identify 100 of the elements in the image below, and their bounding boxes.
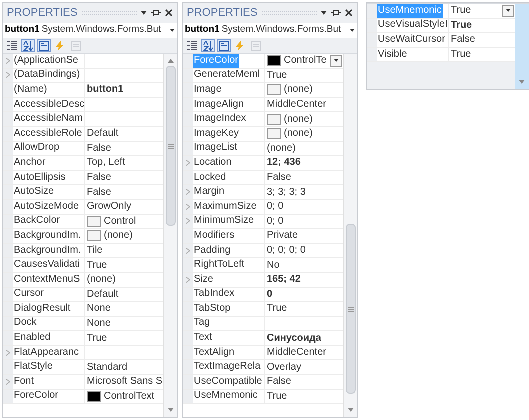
property-name[interactable]: UseCompatible	[193, 374, 264, 389]
expand-icon[interactable]	[186, 189, 190, 196]
property-name[interactable]: TextAlign	[193, 346, 236, 360]
property-name[interactable]: CausesValidati	[13, 258, 81, 272]
property-name[interactable]: AccessibleDesc	[13, 98, 86, 112]
property-value: Control	[104, 214, 136, 229]
toolbar-button[interactable]	[37, 39, 51, 52]
property-value: ControlText	[104, 390, 155, 404]
property-name[interactable]: FlatStyle	[13, 360, 54, 374]
property-name[interactable]: UseVisualStyleI	[377, 18, 449, 32]
property-name[interactable]: Locked	[193, 170, 228, 185]
property-name[interactable]: MaximumSize	[193, 200, 258, 214]
property-name[interactable]: Dock	[13, 316, 38, 330]
expand-icon[interactable]	[186, 276, 190, 283]
property-name[interactable]: GenerateMeml	[193, 68, 262, 82]
property-value: True	[87, 332, 108, 346]
property-value: Microsoft Sans S	[87, 375, 163, 390]
lightning-icon	[236, 40, 244, 50]
property-name[interactable]: ImageIndex	[193, 112, 248, 126]
property-name[interactable]: Image	[193, 82, 223, 97]
scrollbar[interactable]	[515, 4, 529, 89]
pin-icon[interactable]	[331, 9, 341, 17]
property-name[interactable]: BackgroundIm.	[13, 244, 82, 258]
property-name[interactable]: TabIndex	[193, 287, 236, 302]
dropdown-button[interactable]	[502, 4, 514, 17]
property-name[interactable]: TextImageRela	[193, 360, 262, 374]
toolbar-button[interactable]	[217, 39, 231, 52]
expand-icon[interactable]	[186, 218, 190, 224]
property-name[interactable]: Visible	[377, 48, 408, 62]
dropdown-icon[interactable]	[321, 11, 327, 15]
property-name[interactable]: Padding	[193, 244, 232, 258]
property-name[interactable]: Text	[193, 331, 214, 346]
property-value: True	[451, 4, 472, 18]
scrollbar[interactable]	[343, 54, 357, 417]
property-value: True	[267, 68, 288, 83]
toolbar-button[interactable]	[185, 39, 199, 52]
property-name[interactable]: Enabled	[13, 331, 52, 346]
property-name[interactable]: (DataBindings)	[13, 68, 82, 82]
property-name[interactable]: Size	[193, 272, 214, 287]
lightning-icon	[56, 40, 64, 50]
property-name[interactable]: ImageList	[193, 141, 238, 156]
scroll-down-icon	[348, 408, 354, 412]
property-name[interactable]: ImageAlign	[193, 98, 246, 112]
toolbar-button[interactable]	[5, 39, 19, 52]
property-name[interactable]: AllowDrop	[13, 141, 61, 156]
property-value: True	[267, 390, 288, 404]
property-name[interactable]: UseMnemonic	[193, 389, 259, 404]
property-name[interactable]: BackColor	[13, 214, 62, 228]
property-name[interactable]: TabStop	[193, 302, 232, 316]
scroll-thumb[interactable]	[346, 224, 356, 394]
grip-icon	[348, 306, 354, 312]
property-name[interactable]: Modifiers	[193, 228, 236, 243]
property-name[interactable]: FlatAppearanc	[13, 346, 80, 360]
expand-icon[interactable]	[6, 378, 10, 385]
property-name[interactable]: (ApplicationSe	[13, 54, 80, 68]
property-value: False	[267, 171, 292, 186]
property-name[interactable]: UseWaitCursor	[377, 32, 446, 47]
object-name: button1	[185, 23, 220, 38]
pages-icon	[251, 40, 261, 50]
close-icon[interactable]	[345, 9, 353, 17]
toolbar-button[interactable]	[201, 39, 215, 52]
property-name[interactable]: MinimumSize	[193, 214, 256, 228]
expand-icon[interactable]	[186, 160, 190, 166]
property-name[interactable]: Font	[13, 374, 36, 389]
property-name[interactable]: DialogResult	[13, 302, 72, 316]
property-name[interactable]: AutoSizeMode	[13, 200, 80, 214]
dropdown-icon[interactable]	[141, 11, 147, 15]
property-name[interactable]: ContextMenuS	[13, 272, 82, 287]
expand-icon[interactable]	[6, 72, 10, 78]
property-value: None	[87, 302, 111, 316]
property-value: True	[451, 18, 472, 33]
property-name[interactable]: Anchor	[13, 156, 47, 170]
properties-icon	[219, 40, 229, 50]
property-name[interactable]: ForeColor	[13, 389, 60, 404]
close-icon[interactable]	[165, 9, 173, 17]
property-name[interactable]: Cursor	[13, 287, 46, 302]
expand-icon[interactable]	[186, 248, 190, 254]
expand-icon[interactable]	[6, 58, 10, 64]
property-value: Default	[87, 127, 119, 142]
property-name[interactable]: BackgroundIm.	[13, 228, 82, 243]
scroll-thumb[interactable]	[166, 66, 176, 226]
property-name[interactable]: AccessibleRole	[13, 126, 84, 141]
property-name[interactable]: Location	[193, 156, 233, 170]
property-name[interactable]: Tag	[193, 316, 212, 330]
categorized-icon	[187, 40, 197, 50]
property-name[interactable]: (Name)	[13, 82, 48, 97]
property-name[interactable]: AutoSize	[13, 185, 56, 200]
expand-icon[interactable]	[186, 204, 190, 210]
property-name[interactable]: AccessibleNam	[13, 112, 84, 126]
expand-icon[interactable]	[6, 350, 10, 356]
caret-icon	[170, 29, 175, 32]
property-name[interactable]: Margin	[193, 185, 226, 200]
panel-title: PROPERTIES	[7, 6, 78, 21]
property-name[interactable]: AutoEllipsis	[13, 170, 67, 185]
pin-icon[interactable]	[151, 9, 161, 17]
toolbar-button[interactable]	[21, 39, 35, 52]
property-name[interactable]: RightToLeft	[193, 258, 246, 272]
property-name[interactable]: ImageKey	[193, 126, 240, 141]
dropdown-button[interactable]	[330, 54, 342, 67]
scrollbar[interactable]	[163, 54, 177, 417]
